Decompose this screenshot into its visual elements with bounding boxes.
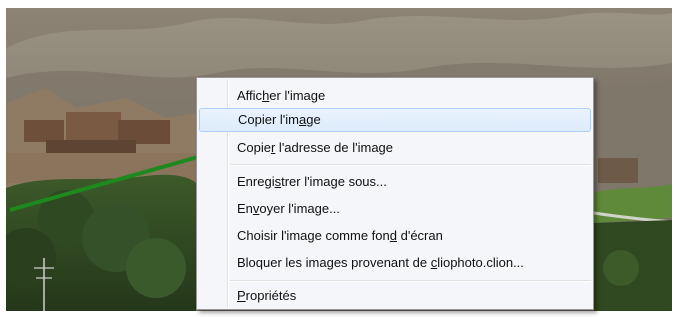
menu-item-label: Bloquer les images provenant de: [237, 255, 431, 270]
menu-item-label: ge: [306, 112, 321, 127]
context-menu: Afficher l'image Copier l'image Copier l…: [196, 77, 594, 310]
menu-item-label: Choisir l'image comme fon: [237, 228, 390, 243]
access-key: d: [389, 228, 397, 243]
access-key: P: [237, 288, 246, 303]
menu-item-label: l'adresse de l'image: [275, 140, 394, 155]
menu-item-label: En: [237, 201, 253, 216]
menu-item-label: Enregi: [237, 174, 275, 189]
menu-item-properties[interactable]: Propriétés: [199, 284, 591, 308]
menu-item-set-as-wallpaper[interactable]: Choisir l'image comme fond d'écran: [199, 224, 591, 248]
menu-item-label: trer l'image sous...: [281, 174, 387, 189]
screenshot: Afficher l'image Copier l'image Copier l…: [0, 0, 678, 317]
menu-item-label: oyer l'image...: [259, 201, 340, 216]
menu-item-label: Affic: [237, 88, 263, 103]
menu-item-label: d'écran: [397, 228, 443, 243]
menu-item-send-image[interactable]: Envoyer l'image...: [199, 197, 591, 221]
menu-item-copy-image[interactable]: Copier l'image: [199, 108, 591, 132]
menu-item-copy-image-address[interactable]: Copier l'adresse de l'image: [199, 136, 591, 160]
menu-item-label: liophoto.clion...: [437, 255, 524, 270]
menu-item-view-image[interactable]: Afficher l'image: [199, 84, 591, 108]
menu-item-save-image[interactable]: Enregistrer l'image sous...: [199, 170, 591, 194]
menu-item-label: ropriétés: [245, 288, 297, 303]
menu-separator: [230, 280, 591, 282]
menu-item-label: Copie: [237, 140, 271, 155]
menu-item-label: Copier l'im: [238, 112, 299, 127]
menu-item-label: er l'image: [269, 88, 326, 103]
menu-item-block-images[interactable]: Bloquer les images provenant de cliophot…: [199, 251, 591, 275]
menu-separator: [230, 164, 591, 166]
